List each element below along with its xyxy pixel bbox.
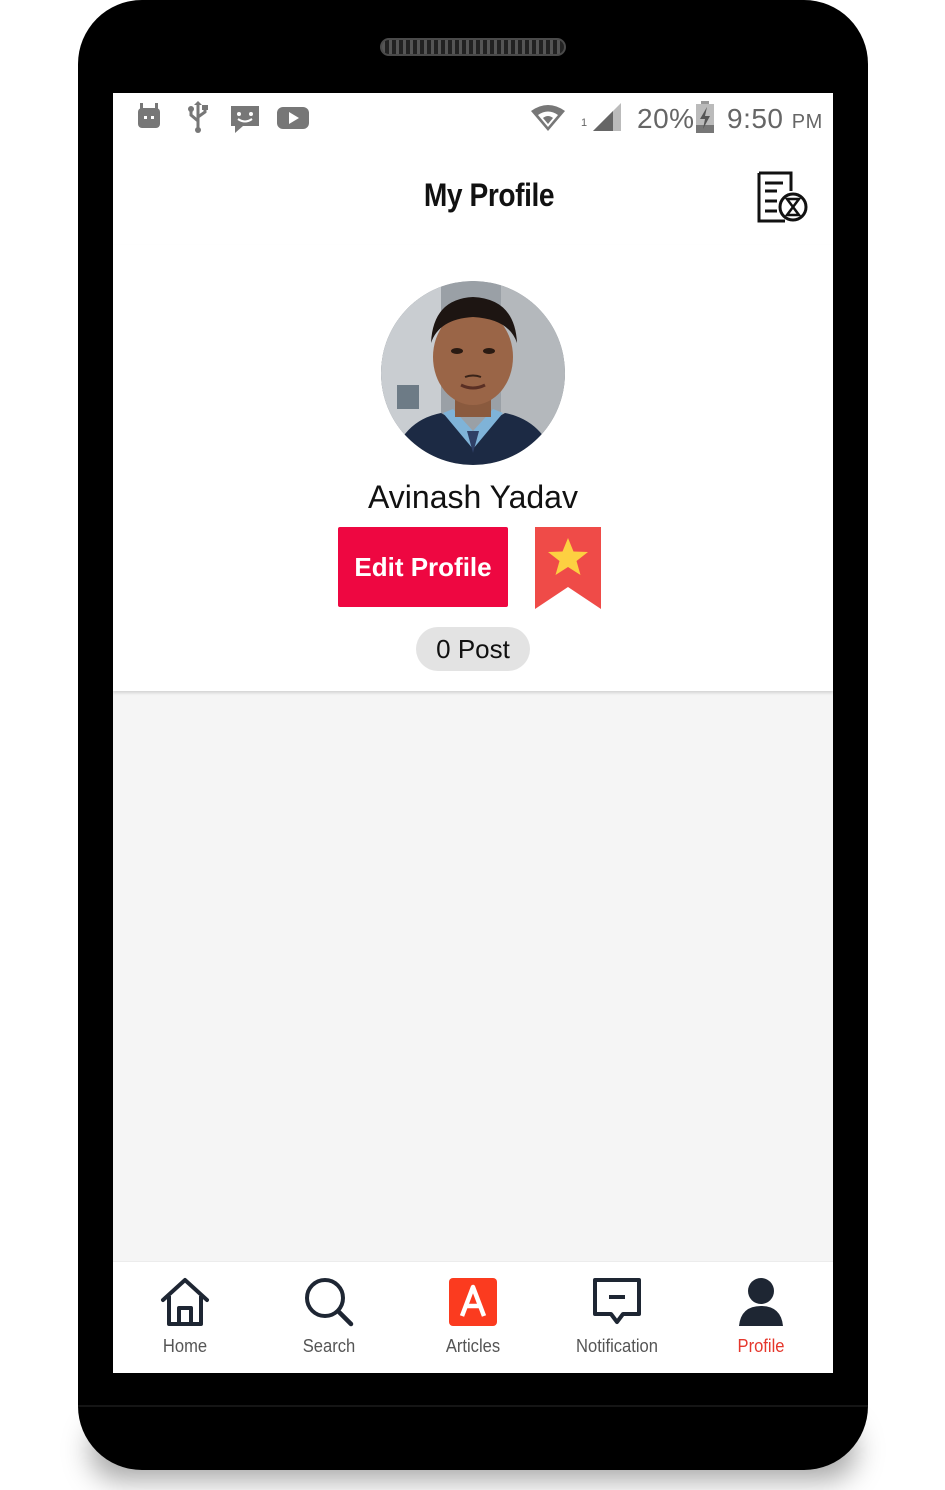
battery-charging-icon [696,101,714,133]
nav-label-search: Search [302,1336,356,1356]
articles-icon [449,1278,497,1326]
message-icon [231,106,259,133]
page-title: My Profile [423,177,555,213]
android-debug-icon [138,103,160,128]
usb-icon [188,101,208,133]
youtube-icon [277,107,309,129]
bookmark-star-icon[interactable] [535,527,601,609]
status-time: 9:50 [727,103,784,134]
home-icon [161,1278,209,1326]
profile-icon [739,1278,783,1326]
bottom-navigation: Home Search Articles Notification Profil… [113,1261,833,1373]
edit-profile-button[interactable]: Edit Profile [338,527,508,607]
nav-item-articles[interactable]: Articles [401,1262,545,1373]
user-name: Avinash Yadav [368,479,578,515]
nav-label-profile: Profile [737,1336,785,1356]
status-bar: 1 20% 9:50 PM [113,93,833,145]
nav-item-home[interactable]: Home [113,1262,257,1373]
profile-card: Avinash Yadav Edit Profile 0 Post [113,245,833,691]
nav-label-notification: Notification [576,1336,658,1356]
nav-label-home: Home [162,1336,208,1356]
battery-percent: 20% [637,103,695,134]
nav-label-articles: Articles [445,1336,501,1356]
sim-slot-label: 1 [581,117,588,129]
search-icon [305,1278,354,1327]
bezel-divider [78,1405,868,1407]
nav-item-search[interactable]: Search [257,1262,401,1373]
nav-item-notification[interactable]: Notification [545,1262,689,1373]
app-screen: 1 20% 9:50 PM My Profile Avinash Yadav E… [113,93,833,1373]
history-icon[interactable] [753,169,813,225]
avatar[interactable] [381,281,565,465]
nav-item-profile[interactable]: Profile [689,1262,833,1373]
status-clock: 9:50 PM [727,103,823,135]
signal-icon [593,103,621,131]
wifi-icon [531,105,565,131]
app-header: My Profile [113,145,833,245]
phone-speaker [380,38,566,56]
post-count-badge: 0 Post [416,627,530,671]
status-ampm: PM [791,111,823,133]
notification-icon [593,1278,641,1324]
